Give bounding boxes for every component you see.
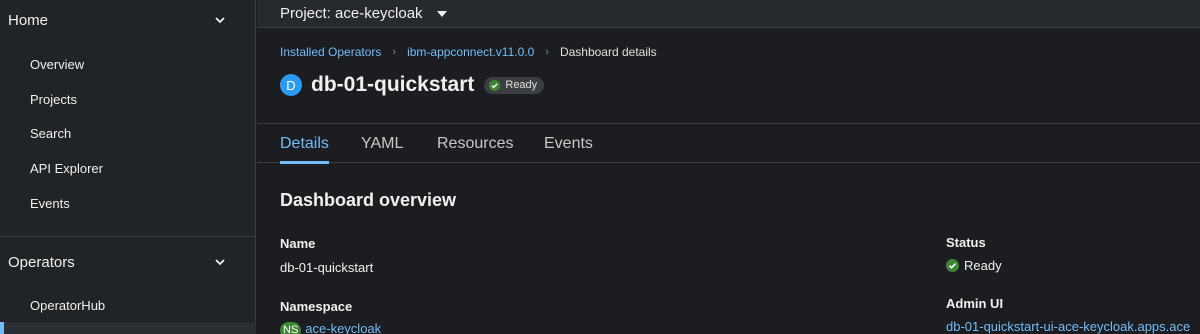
- namespace-badge: NS: [280, 321, 302, 334]
- sidebar-divider: [0, 236, 256, 237]
- name-value: db-01-quickstart: [280, 260, 374, 275]
- admin-ui-value: db-01-quickstart-ui-ace-keycloak.apps.ac…: [946, 319, 1190, 334]
- status-badge-label: Ready: [505, 79, 538, 91]
- page-title: db-01-quickstart: [311, 73, 475, 96]
- page-heading: D db-01-quickstart Ready: [280, 73, 545, 97]
- sidebar-item-overview[interactable]: Overview: [30, 57, 84, 72]
- namespace-label: Namespace: [280, 299, 353, 314]
- sidebar-item-installed-operators[interactable]: [0, 322, 256, 334]
- check-circle-icon: [489, 79, 501, 91]
- tab-details[interactable]: Details: [280, 124, 329, 164]
- name-label: Name: [280, 236, 316, 251]
- namespace-value: NS ace-keycloak: [280, 321, 381, 334]
- breadcrumb-operator-version[interactable]: ibm-appconnect.v11.0.0: [407, 45, 534, 59]
- nav-section-home[interactable]: Home: [0, 0, 256, 40]
- status-value: Ready: [946, 258, 1002, 273]
- sidebar-item-projects[interactable]: Projects: [30, 92, 77, 107]
- chevron-down-icon: [215, 259, 225, 266]
- status-label: Status: [946, 235, 986, 250]
- tab-resources[interactable]: Resources: [437, 124, 513, 163]
- sidebar-nav: Home Overview Projects Search API Explor…: [0, 0, 256, 334]
- tab-yaml[interactable]: YAML: [361, 124, 403, 163]
- check-circle-icon: [946, 259, 959, 272]
- main-content: Project: ace-keycloak Installed Operator…: [257, 0, 1200, 334]
- breadcrumb-current: Dashboard details: [559, 45, 657, 59]
- active-indicator: [0, 322, 4, 334]
- chevron-down-icon: [215, 17, 225, 24]
- admin-ui-link[interactable]: db-01-quickstart-ui-ace-keycloak.apps.ac…: [946, 319, 1190, 334]
- namespace-link[interactable]: ace-keycloak: [305, 321, 381, 334]
- breadcrumb-installed-operators[interactable]: Installed Operators: [280, 45, 381, 59]
- status-value-text: Ready: [964, 258, 1002, 273]
- nav-section-operators[interactable]: Operators: [0, 242, 256, 282]
- section-title: Dashboard overview: [280, 190, 457, 210]
- caret-down-icon: [436, 10, 447, 17]
- resource-kind-badge: D: [280, 74, 302, 96]
- angle-right-icon: ›: [392, 46, 397, 58]
- admin-ui-label: Admin UI: [946, 296, 1004, 311]
- sidebar-item-search[interactable]: Search: [30, 126, 71, 141]
- sidebar-item-operatorhub[interactable]: OperatorHub: [30, 298, 105, 313]
- nav-section-home-label: Home: [8, 11, 49, 29]
- status-badge: Ready: [484, 76, 545, 94]
- sidebar-item-events[interactable]: Events: [30, 196, 70, 211]
- angle-right-icon: ›: [545, 46, 549, 58]
- tabs: Details YAML Resources Events: [257, 123, 1200, 164]
- nav-section-operators-label: Operators: [8, 253, 75, 271]
- console-app: Home Overview Projects Search API Explor…: [0, 0, 1200, 334]
- breadcrumb: Installed Operators › ibm-appconnect.v11…: [280, 45, 657, 59]
- project-selector-label: Project: ace-keycloak: [280, 5, 423, 22]
- project-selector[interactable]: Project: ace-keycloak: [257, 0, 1200, 28]
- tab-events[interactable]: Events: [544, 124, 593, 163]
- sidebar-item-api-explorer[interactable]: API Explorer: [30, 161, 103, 176]
